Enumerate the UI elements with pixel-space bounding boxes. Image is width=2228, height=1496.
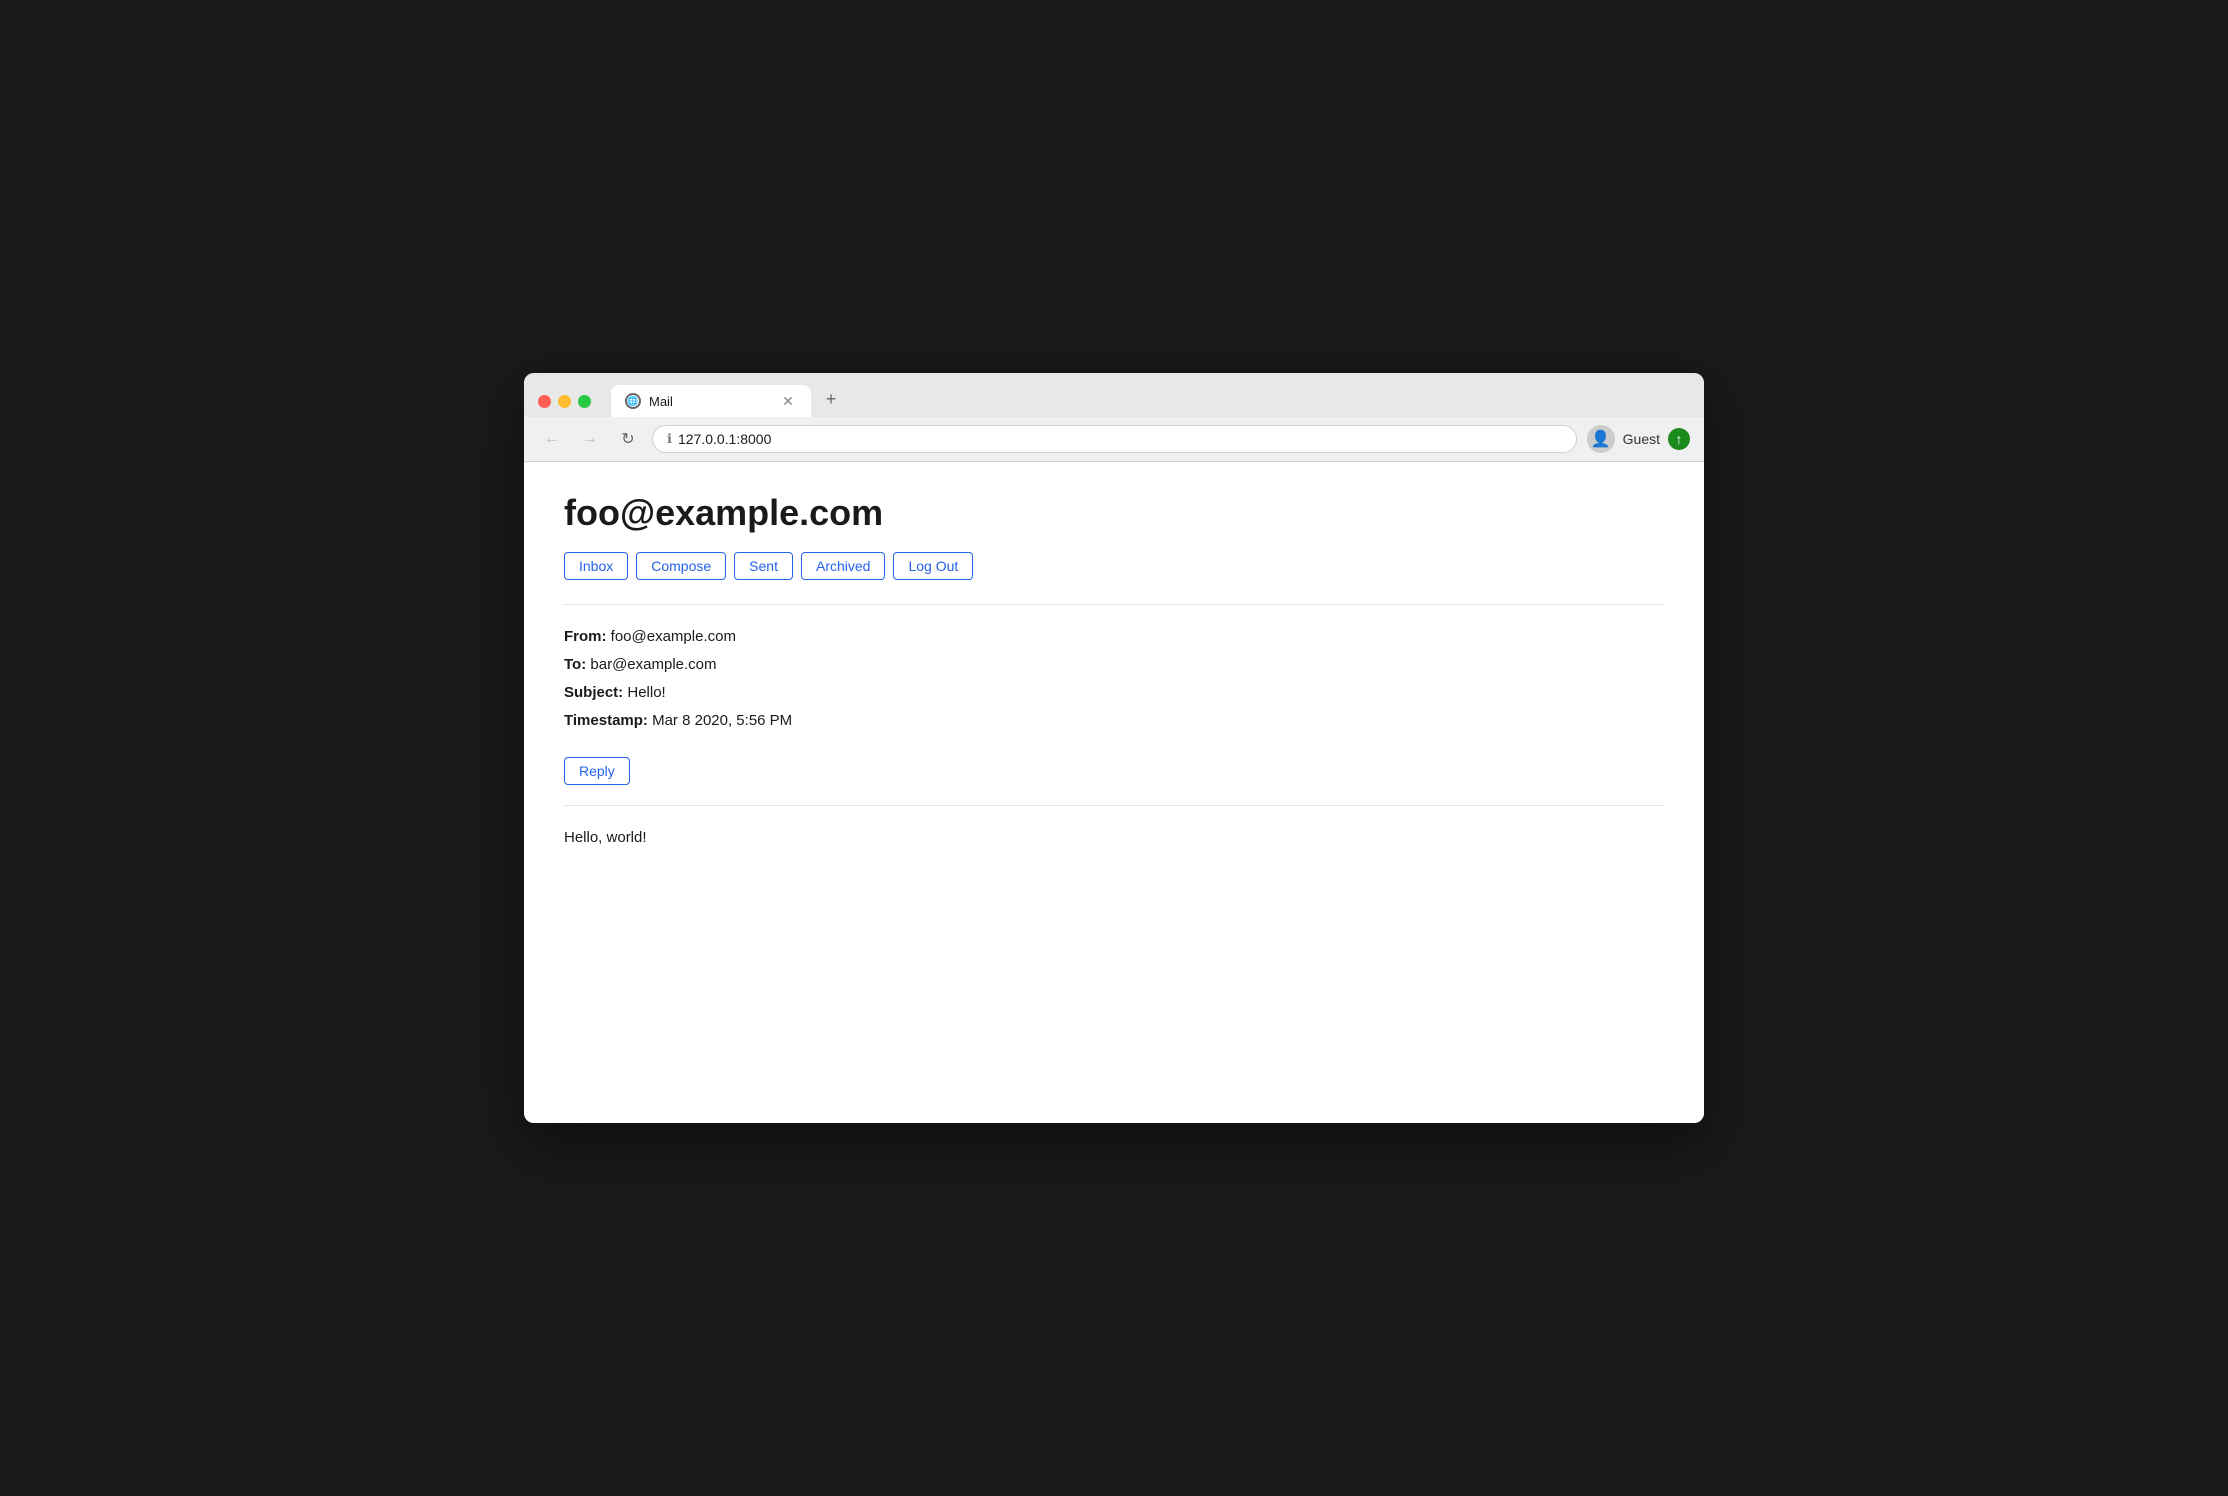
active-tab[interactable]: 🌐 Mail ✕ [611,385,811,417]
close-window-button[interactable] [538,395,551,408]
from-line: From: foo@example.com [564,625,1664,649]
update-icon[interactable]: ↑ [1668,428,1690,450]
new-tab-button[interactable]: + [817,385,845,413]
forward-button[interactable]: → [576,425,604,453]
logout-button[interactable]: Log Out [893,552,973,580]
browser-window: 🌐 Mail ✕ + ← → ↻ ℹ 127.0.0.1:8000 👤 Gues… [524,373,1704,1123]
email-body: Hello, world! [564,826,1664,850]
user-area: 👤 Guest ↑ [1587,425,1690,453]
address-bar-input[interactable]: ℹ 127.0.0.1:8000 [652,425,1577,453]
traffic-lights [538,395,591,408]
maximize-window-button[interactable] [578,395,591,408]
timestamp-label: Timestamp: [564,712,648,729]
compose-button[interactable]: Compose [636,552,726,580]
tab-title: Mail [649,394,771,409]
tab-close-button[interactable]: ✕ [779,392,797,410]
page-title: foo@example.com [564,492,1664,534]
inbox-button[interactable]: Inbox [564,552,628,580]
back-button[interactable]: ← [538,425,566,453]
timestamp-value: Mar 8 2020, 5:56 PM [652,712,792,729]
subject-value: Hello! [627,684,665,701]
email-metadata: From: foo@example.com To: bar@example.co… [564,625,1664,733]
from-value: foo@example.com [611,628,736,645]
minimize-window-button[interactable] [558,395,571,408]
title-bar: 🌐 Mail ✕ + [524,373,1704,417]
timestamp-line: Timestamp: Mar 8 2020, 5:56 PM [564,709,1664,733]
tab-favicon: 🌐 [625,393,641,409]
to-value: bar@example.com [590,656,716,673]
info-icon: ℹ [667,431,672,447]
to-label: To: [564,656,586,673]
address-bar: ← → ↻ ℹ 127.0.0.1:8000 👤 Guest ↑ [524,417,1704,462]
tab-bar: 🌐 Mail ✕ + [611,385,1690,417]
user-avatar[interactable]: 👤 [1587,425,1615,453]
divider-body [564,805,1664,806]
from-label: From: [564,628,607,645]
to-line: To: bar@example.com [564,653,1664,677]
page-content: foo@example.com Inbox Compose Sent Archi… [524,462,1704,1123]
sent-button[interactable]: Sent [734,552,793,580]
subject-line: Subject: Hello! [564,681,1664,705]
user-name: Guest [1623,431,1660,447]
subject-label: Subject: [564,684,623,701]
url-display: 127.0.0.1:8000 [678,431,771,447]
navigation-buttons: Inbox Compose Sent Archived Log Out [564,552,1664,580]
refresh-button[interactable]: ↻ [614,425,642,453]
archived-button[interactable]: Archived [801,552,885,580]
divider-top [564,604,1664,605]
reply-button[interactable]: Reply [564,757,630,785]
